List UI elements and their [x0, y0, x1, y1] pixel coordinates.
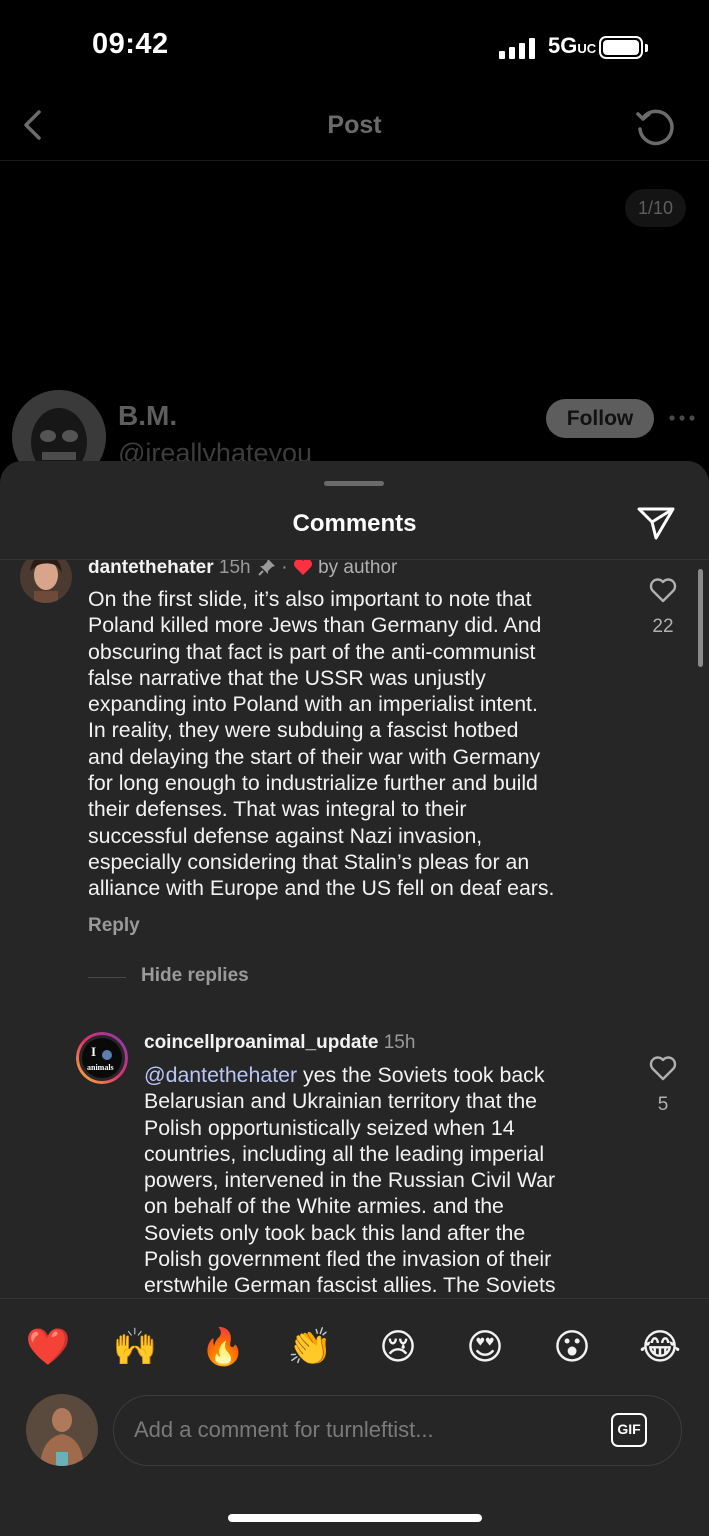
comment-line: Polish government fled the invasion of t…: [144, 1247, 552, 1272]
comment-line: obscuring that fact is part of the anti-…: [88, 639, 536, 664]
comment-time: 15h: [383, 1032, 416, 1053]
comment-line: on behalf of the White armies. and the: [144, 1194, 504, 1219]
comment-line: especially considering that Stalin’s ple…: [88, 849, 530, 874]
commenter-avatar[interactable]: [20, 560, 72, 603]
reaction-surprised[interactable]: 😮: [549, 1325, 595, 1371]
comment-username[interactable]: coincellproanimal_update: [144, 1032, 378, 1053]
status-bar: 09:42 5GUC: [0, 0, 709, 95]
comment-line: for long enough to industrialize further…: [88, 771, 538, 796]
like-count: 5: [657, 1094, 669, 1115]
comments-sheet: Comments dantethehater 15h · by author O…: [0, 461, 709, 1536]
comment-line: Belarusian and Ukrainian territory that …: [144, 1089, 538, 1114]
comment-input[interactable]: [134, 1396, 604, 1464]
reaction-raised-hands[interactable]: 🙌: [112, 1325, 158, 1371]
comment-line: @dantethehater yes the Soviets took back: [144, 1062, 556, 1088]
comment-line: Soviets only took back this land after t…: [144, 1220, 526, 1245]
comment-line: and delaying the start of their war with…: [88, 744, 541, 769]
battery-icon: [599, 36, 648, 59]
comment-composer: GIF: [113, 1395, 682, 1466]
home-indicator: [228, 1514, 482, 1522]
sheet-grabber[interactable]: [324, 481, 384, 486]
emoji-reaction-bar: ❤️ 🙌 🔥 👏 😢 😍 😮 😂: [0, 1298, 709, 1392]
heart-icon: [293, 560, 312, 575]
comment-line: On the first slide, it’s also important …: [88, 587, 532, 611]
comment-text: On the first slide, it’s also important …: [88, 586, 554, 902]
comment-meta: dantethehater 15h · by author: [88, 560, 397, 579]
avatar-text-bottom: animals: [87, 1063, 114, 1072]
comment-line: Poland killed more Jews than Germany did…: [88, 613, 542, 638]
network-type: 5GUC: [548, 33, 597, 58]
comments-title: Comments: [292, 510, 417, 537]
page-title: Post: [327, 111, 382, 139]
status-time: 09:42: [92, 28, 169, 60]
comment-username[interactable]: dantethehater: [88, 560, 214, 578]
share-icon[interactable]: [636, 505, 676, 541]
comment-line: successful defense against Nazi invasion…: [88, 823, 483, 848]
reaction-heart[interactable]: ❤️: [25, 1325, 71, 1371]
slide-counter: 1/10: [625, 189, 686, 227]
liked-by-author-label: by author: [318, 560, 398, 578]
more-icon[interactable]: [669, 415, 695, 421]
mention-link[interactable]: @dantethehater: [144, 1063, 297, 1087]
author-name[interactable]: B.M.: [118, 400, 177, 432]
like-count: 22: [652, 616, 674, 637]
gif-icon[interactable]: GIF: [611, 1413, 647, 1447]
comment-line: countries, including all the leading imp…: [144, 1141, 545, 1166]
comment-line: Polish opportunistically seized when 14: [144, 1115, 515, 1140]
comment-line: expanding into Poland with an imperialis…: [88, 692, 538, 717]
comment-line: false narrative that the USSR was unjust…: [88, 665, 486, 690]
post-header: Post: [0, 95, 709, 161]
avatar-text-top: I: [91, 1044, 97, 1059]
like-heart-icon[interactable]: [649, 1055, 677, 1081]
reaction-fire[interactable]: 🔥: [200, 1325, 246, 1371]
comments-list[interactable]: dantethehater 15h · by author On the fir…: [0, 560, 709, 1298]
replies-divider: [88, 977, 126, 978]
reaction-heart-eyes[interactable]: 😍: [462, 1325, 508, 1371]
comment-time: 15h: [218, 560, 251, 578]
scrollbar[interactable]: [698, 569, 703, 667]
hide-replies-button[interactable]: Hide replies: [141, 965, 249, 987]
like-heart-icon[interactable]: [649, 577, 677, 603]
reply-button[interactable]: Reply: [88, 915, 140, 937]
reaction-laughing[interactable]: 😂: [637, 1325, 683, 1371]
follow-button[interactable]: Follow: [546, 399, 654, 438]
pin-icon: [258, 560, 275, 576]
comment-line: powers, intervened in the Russian Civil …: [144, 1168, 556, 1193]
comment-line: alliance with Europe and the US fell on …: [88, 876, 555, 901]
reaction-crying[interactable]: 😢: [375, 1325, 421, 1371]
comment-meta: coincellproanimal_update 15h: [144, 1032, 415, 1054]
current-user-avatar: [26, 1394, 98, 1466]
commenter-avatar[interactable]: I animals: [76, 1032, 128, 1084]
comment-line-rest: yes the Soviets took back: [297, 1063, 545, 1087]
refresh-icon[interactable]: [634, 105, 676, 147]
reaction-clap[interactable]: 👏: [287, 1325, 333, 1371]
comment-text: @dantethehater yes the Soviets took back…: [144, 1062, 556, 1298]
comment-line: their defenses. That was integral to the…: [88, 797, 467, 822]
comment-line: erstwhile German fascist allies. The Sov…: [144, 1273, 556, 1298]
cellular-signal-icon: [499, 37, 537, 59]
comment-line: In reality, they were subduing a fascist…: [88, 718, 519, 743]
